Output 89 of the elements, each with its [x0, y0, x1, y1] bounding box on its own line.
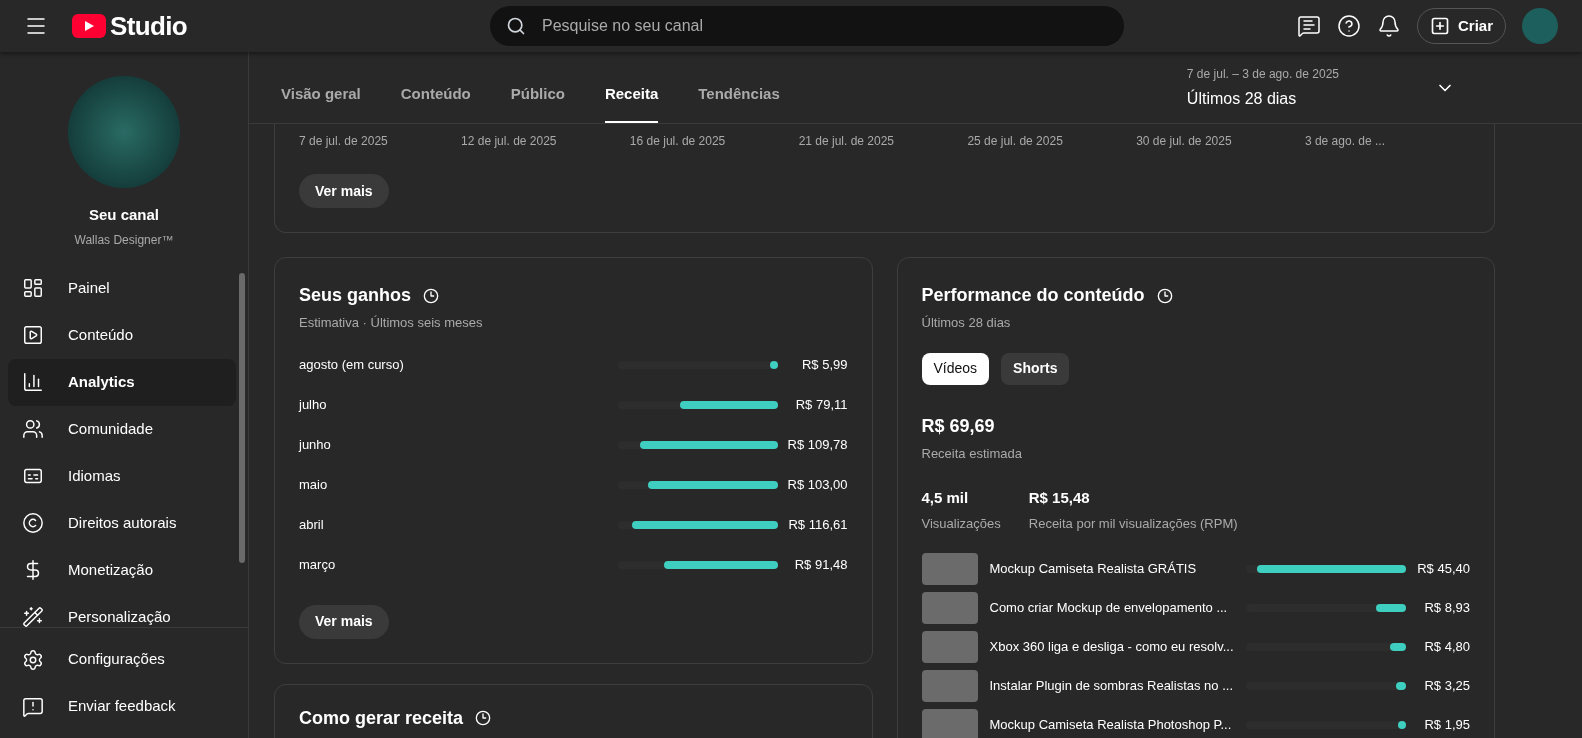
add-video-icon	[1429, 16, 1450, 36]
axis-label: 16 de jul. de 2025	[629, 133, 726, 150]
clock-icon[interactable]	[1156, 287, 1173, 304]
earnings-value: R$ 79,11	[794, 395, 848, 414]
nav-item[interactable]: Monetização	[8, 546, 236, 594]
stat-label: Visualizações	[921, 514, 1001, 533]
channel-name: Wallas Designer™	[74, 231, 174, 249]
card-title: Como gerar receita	[299, 706, 464, 730]
comment-icon[interactable]	[1296, 14, 1321, 38]
earnings-value: R$ 5,99	[800, 355, 848, 374]
date-range-picker[interactable]: 7 de jul. – 3 de ago. de 2025 Últimos 28 dias	[1186, 65, 1455, 111]
month-label: maio	[299, 475, 329, 494]
tab[interactable]: Receita	[604, 82, 659, 123]
search-bar[interactable]: Pesquise no seu canal	[490, 6, 1124, 46]
stat-value: 4,5 mil	[921, 488, 970, 508]
card-title: Performance do conteúdo	[921, 284, 1145, 307]
earnings-value: R$ 103,00	[786, 475, 848, 494]
axis-label: 7 de jul. de 2025	[299, 133, 388, 150]
magic-wand-icon	[22, 606, 44, 627]
video-thumbnail[interactable]	[921, 631, 978, 663]
axis-label: 3 de ago. de ...	[1304, 133, 1385, 150]
nav-item[interactable]: Enviar feedback	[0, 683, 248, 730]
filter-chip[interactable]: Shorts	[1001, 352, 1070, 385]
nav-item[interactable]: Idiomas	[8, 452, 236, 500]
month-label: junho	[299, 435, 332, 454]
logo-text: Studio	[110, 13, 187, 39]
video-title[interactable]: Instalar Plugin de sombras Realistas no ...	[989, 676, 1246, 696]
search-field[interactable]: Pesquise no seu canal	[542, 14, 1108, 38]
tab[interactable]: Conteúdo	[400, 82, 471, 123]
revenue-value: R$ 69,69	[921, 414, 996, 438]
dashboard-icon	[22, 277, 44, 299]
copyright-icon	[22, 512, 44, 534]
video-title[interactable]: Mockup Camiseta Realista Photoshop P...	[989, 715, 1246, 735]
avatar[interactable]	[1522, 8, 1558, 44]
clock-icon[interactable]	[475, 710, 492, 726]
axis-label: 30 de jul. de 2025	[1136, 133, 1232, 150]
month-label: agosto (em curso)	[299, 355, 405, 374]
nav-item[interactable]: Analytics	[8, 358, 236, 406]
people-icon	[22, 418, 44, 440]
search-icon	[506, 16, 526, 36]
earnings-value: R$ 116,61	[787, 515, 848, 534]
filter-chip[interactable]: Vídeos	[921, 352, 990, 385]
video-thumbnail[interactable]	[921, 670, 978, 702]
card-subtitle: Últimos 28 dias	[921, 314, 1012, 332]
axis-label: 25 de jul. de 2025	[967, 133, 1063, 150]
video-thumbnail[interactable]	[921, 592, 978, 624]
video-revenue: R$ 4,80	[1423, 638, 1470, 657]
nav-item[interactable]: Comunidade	[8, 405, 236, 453]
tab[interactable]: Tendências	[698, 82, 780, 123]
feedback-icon	[22, 695, 44, 718]
scrollbar[interactable]	[239, 272, 245, 563]
play-square-icon	[22, 324, 44, 346]
help-icon[interactable]	[1336, 14, 1361, 38]
video-revenue: R$ 45,40	[1416, 560, 1470, 579]
nav-item[interactable]: Painel	[8, 264, 236, 312]
nav-item[interactable]: Personalização	[8, 593, 236, 627]
nav-item[interactable]: Configurações	[0, 636, 248, 683]
month-label: março	[299, 555, 337, 574]
card-title: Seus ganhos	[299, 284, 412, 307]
logo-icon	[72, 14, 106, 38]
stat-value: R$ 15,48	[1028, 488, 1091, 508]
video-thumbnail[interactable]	[921, 709, 978, 738]
clock-icon[interactable]	[423, 287, 440, 304]
month-label: julho	[299, 395, 328, 414]
video-title[interactable]: Xbox 360 liga e desliga - como eu resolv...	[989, 637, 1246, 657]
earnings-value: R$ 91,48	[793, 555, 848, 574]
notification-icon[interactable]	[1376, 14, 1401, 38]
month-label: abril	[299, 515, 325, 534]
revenue-label: Receita estimada	[921, 444, 1023, 463]
see-more-button[interactable]: Ver mais	[299, 604, 389, 639]
bar-chart-icon	[22, 371, 44, 393]
tab[interactable]: Público	[510, 82, 565, 123]
stat-label: Receita por mil visualizações (RPM)	[1028, 514, 1238, 533]
tab[interactable]: Visão geral	[281, 82, 361, 123]
channel-title: Seu canal	[88, 205, 159, 225]
video-title[interactable]: Como criar Mockup de envelopamento ...	[989, 598, 1246, 618]
earnings-value: R$ 109,78	[786, 435, 848, 454]
axis-label: 21 de jul. de 2025	[798, 133, 895, 150]
see-more-button[interactable]: Ver mais	[299, 174, 389, 208]
card-subtitle: Estimativa · Últimos seis meses	[299, 314, 484, 332]
nav-item[interactable]: Direitos autorais	[8, 499, 236, 547]
nav-item[interactable]: Conteúdo	[8, 311, 236, 359]
settings-icon	[22, 648, 44, 671]
video-title[interactable]: Mockup Camiseta Realista GRÁTIS	[989, 559, 1246, 579]
axis-label: 12 de jul. de 2025	[461, 133, 557, 150]
video-thumbnail[interactable]	[921, 553, 978, 585]
video-revenue: R$ 8,93	[1423, 599, 1470, 618]
video-revenue: R$ 1,95	[1423, 716, 1470, 735]
video-revenue: R$ 3,25	[1423, 677, 1470, 696]
